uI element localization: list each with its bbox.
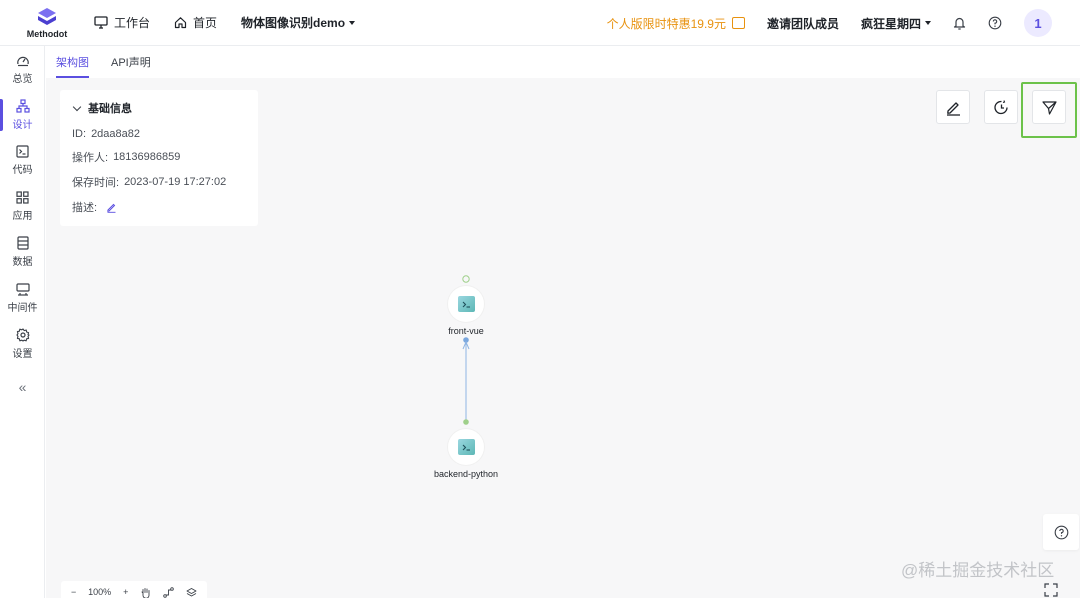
pan-tool-button[interactable] [140, 587, 151, 598]
sidebar-label: 应用 [12, 210, 33, 222]
layer-tool-button[interactable] [186, 587, 197, 598]
methodot-logo-icon [38, 7, 56, 25]
sidebar-item-middleware[interactable]: 中间件 [0, 278, 45, 318]
layers-icon [186, 587, 197, 596]
database-icon [16, 236, 29, 250]
sidebar-item-apps[interactable]: 应用 [0, 186, 45, 226]
sidebar-item-code[interactable]: 代码 [0, 140, 45, 180]
sidebar-item-overview[interactable]: 总览 [0, 49, 45, 89]
id-label: ID: [72, 128, 87, 140]
avatar[interactable]: 1 [1024, 9, 1052, 37]
info-row-id: ID: 2daa8a82 [72, 128, 246, 140]
notification-button[interactable] [953, 16, 966, 30]
logo[interactable]: Methodot [0, 0, 94, 46]
info-row-operator: 操作人: 18136986859 [72, 149, 246, 165]
node-label: backend-python [433, 469, 499, 479]
architecture-icon [15, 99, 30, 113]
sidebar-item-design[interactable]: 设计 [0, 95, 45, 135]
nav-home[interactable]: 首页 [174, 14, 217, 31]
nav-workbench-label: 工作台 [114, 16, 151, 30]
pencil-icon [107, 203, 116, 213]
terminal-icon [457, 296, 475, 312]
id-value: 2daa8a82 [91, 128, 141, 140]
promo-text: 个人版限时特惠19.9元 [606, 16, 726, 31]
basic-info-header[interactable]: 基础信息 [72, 100, 246, 116]
nav-workbench[interactable]: 工作台 [94, 14, 150, 31]
terminal-icon [457, 439, 475, 455]
monitor-icon [94, 16, 108, 29]
sidebar-item-settings[interactable]: 设置 [0, 324, 45, 364]
saved-time-value: 2023-07-19 17:27:02 [124, 176, 227, 188]
gear-icon [15, 328, 30, 342]
watermark: @稀土掘金技术社区 [901, 561, 1055, 580]
highlight-frame [1021, 82, 1077, 138]
edit-description-button[interactable] [106, 202, 117, 213]
pencil-icon [946, 101, 960, 116]
collapse-sidebar-button[interactable]: « [0, 376, 45, 398]
sidebar-label: 代码 [12, 164, 33, 176]
node-circle [448, 286, 484, 322]
top-header: Methodot 工作台 首页 物体图像识别demo 个人版限时特惠19.9元 … [0, 0, 1080, 46]
caret-down-icon [925, 21, 931, 25]
connector-tool-button[interactable] [163, 586, 174, 598]
floating-help-button[interactable] [1043, 514, 1079, 550]
info-row-description: 描述: [72, 199, 246, 215]
service-node-backend-python[interactable]: backend-python [416, 429, 516, 479]
history-button[interactable] [984, 90, 1018, 124]
sidebar-label: 设置 [12, 349, 33, 360]
terminal-icon [16, 144, 29, 158]
zoom-level: 100% [88, 587, 112, 597]
operator-value: 18136986859 [113, 151, 181, 163]
gift-icon [731, 17, 745, 29]
team-menu[interactable]: 疯狂星期四 [861, 15, 931, 32]
architecture-canvas[interactable]: 基础信息 ID: 2daa8a82 操作人: 18136986859 保存时间:… [46, 78, 1080, 598]
apps-icon [16, 190, 29, 204]
tab-architecture[interactable]: 架构图 [56, 54, 89, 78]
service-node-front-vue[interactable]: front-vue [426, 286, 506, 336]
node-circle [448, 429, 484, 465]
invite-members-button[interactable]: 邀请团队成员 [767, 15, 839, 32]
zoom-out-button[interactable]: − [71, 587, 76, 597]
team-menu-label: 疯狂星期四 [860, 16, 921, 31]
connector-icon [163, 586, 174, 598]
operator-label: 操作人: [72, 152, 109, 164]
help-button[interactable] [988, 16, 1002, 30]
project-name: 物体图像识别demo [241, 16, 346, 30]
basic-info-title: 基础信息 [88, 103, 132, 115]
description-label: 描述: [72, 202, 98, 214]
help-icon [988, 16, 1002, 30]
sidebar-label: 数据 [12, 257, 33, 268]
tab-bar: 架构图 API声明 [46, 46, 1080, 78]
header-right: 个人版限时特惠19.9元 邀请团队成员 疯狂星期四 1 [607, 0, 1080, 46]
home-icon [174, 17, 187, 29]
saved-time-label: 保存时间: [72, 177, 120, 189]
zoom-in-button[interactable]: + [123, 587, 128, 597]
dashboard-icon [16, 56, 29, 66]
chevron-down-icon [72, 102, 82, 111]
info-row-saved-time: 保存时间: 2023-07-19 17:27:02 [72, 174, 246, 190]
project-selector[interactable]: 物体图像识别demo [241, 14, 356, 31]
edit-button[interactable] [936, 90, 970, 124]
fullscreen-icon[interactable] [1044, 583, 1058, 597]
help-icon [1054, 525, 1068, 539]
tab-api-declaration[interactable]: API声明 [111, 54, 151, 78]
middleware-icon [15, 282, 30, 296]
zoom-toolbar: − 100% + [61, 581, 207, 598]
bell-icon [953, 17, 966, 30]
sidebar-label: 设计 [12, 120, 33, 131]
basic-info-panel: 基础信息 ID: 2daa8a82 操作人: 18136986859 保存时间:… [60, 90, 258, 226]
sidebar-label: 中间件 [7, 302, 38, 314]
sidebar-label: 总览 [12, 73, 33, 85]
left-sidebar: 总览 设计 代码 应用 数据 中间件 设置 « [0, 46, 45, 598]
history-icon [993, 99, 1008, 114]
caret-down-icon [349, 20, 356, 25]
promo-link[interactable]: 个人版限时特惠19.9元 [607, 15, 745, 32]
hand-icon [141, 587, 150, 598]
sidebar-item-data[interactable]: 数据 [0, 232, 45, 272]
logo-text: Methodot [26, 28, 68, 39]
node-label: front-vue [448, 326, 484, 336]
nav-home-label: 首页 [193, 16, 218, 30]
